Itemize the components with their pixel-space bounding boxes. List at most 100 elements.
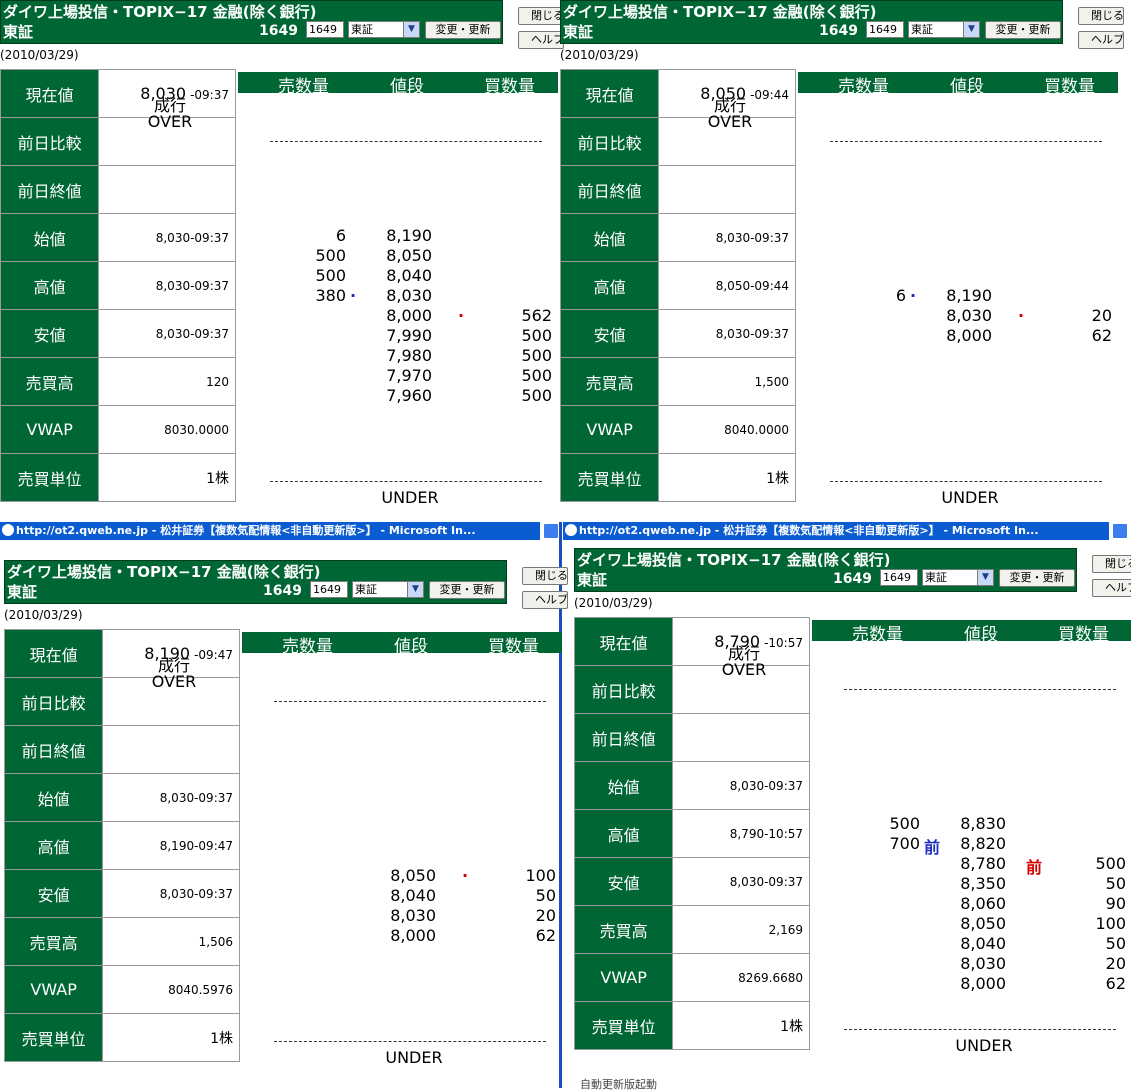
sell-quantity: 500 — [315, 266, 346, 285]
price-header: 値段 — [950, 77, 984, 97]
exchange-select-value: 東証 — [911, 23, 933, 36]
sell-quantity: 500 — [889, 814, 920, 833]
help-button[interactable]: ヘルプ — [522, 591, 568, 609]
current-price-time: -09:44 — [750, 88, 789, 102]
close-button[interactable]: 閉じる — [1078, 7, 1124, 25]
minimize-button-right[interactable] — [1112, 523, 1128, 539]
table-row: 売買高 1,500 — [559, 357, 796, 406]
table-row: 前日終値 — [573, 713, 810, 762]
chevron-down-icon[interactable]: ▼ — [407, 582, 423, 597]
exchange-select[interactable]: 東証 ▼ — [922, 569, 994, 586]
high-value: 8,790-10:57 — [672, 809, 810, 858]
price-header: 値段 — [390, 77, 424, 97]
quote-info-table: 現在値 8,190 -09:47 前日比較 前日終値 始値 8,030-09:37… — [3, 629, 240, 1062]
change-update-button[interactable]: 変更・更新 — [429, 581, 505, 599]
chevron-down-icon[interactable]: ▼ — [963, 22, 979, 37]
label-vwap: VWAP — [3, 965, 104, 1014]
book-price: 8,050 — [960, 914, 1006, 933]
buy-qty-header: 買数量 — [1044, 77, 1095, 97]
table-row: 安値 8,030-09:37 — [0, 309, 236, 358]
buy-quantity: 50 — [1105, 874, 1126, 893]
trading-unit-value: 1株 — [658, 453, 796, 502]
buy-quantity: 90 — [1105, 894, 1126, 913]
label-high: 高値 — [559, 261, 660, 310]
open-value: 8,030-09:37 — [672, 761, 810, 810]
quote-date: (2010/03/29) — [0, 48, 79, 62]
change-update-button[interactable]: 変更・更新 — [999, 569, 1075, 587]
label-trading-unit: 売買単位 — [559, 453, 660, 502]
table-row: 売買単位 1株 — [3, 1013, 240, 1062]
over-divider — [844, 689, 1116, 690]
table-row: 前日終値 — [3, 725, 240, 774]
open-value: 8,030-09:37 — [98, 213, 236, 262]
under-divider — [274, 1041, 546, 1042]
code-input[interactable]: 1649 — [306, 21, 344, 38]
buy-quantity: 500 — [1095, 854, 1126, 873]
label-volume: 売買高 — [0, 357, 100, 406]
help-button[interactable]: ヘルプ — [518, 31, 564, 49]
browser-title-bar-left: http://ot2.qweb.ne.jp - 松井証券【複数気配情報<非自動更… — [0, 522, 540, 540]
change-update-button[interactable]: 変更・更新 — [985, 21, 1061, 39]
table-row: 売買単位 1株 — [559, 453, 796, 502]
label-change: 前日比較 — [573, 665, 674, 714]
exchange-select[interactable]: 東証 ▼ — [352, 581, 424, 598]
buy-dot-icon: · — [458, 306, 465, 325]
code-input[interactable]: 1649 — [310, 581, 348, 598]
browser-title-text: http://ot2.qweb.ne.jp - 松井証券【複数気配情報<非自動更… — [579, 524, 1039, 537]
label-prev-close: 前日終値 — [573, 713, 674, 762]
trading-unit-value: 1株 — [672, 1001, 810, 1050]
code-input[interactable]: 1649 — [866, 21, 904, 38]
minimize-button-left[interactable] — [543, 523, 559, 539]
label-trading-unit: 売買単位 — [573, 1001, 674, 1050]
under-divider — [844, 1029, 1116, 1030]
label-vwap: VWAP — [0, 405, 100, 454]
table-row: 高値 8,050-09:44 — [559, 261, 796, 310]
change-update-button[interactable]: 変更・更新 — [425, 21, 501, 39]
chevron-down-icon[interactable]: ▼ — [403, 22, 419, 37]
buy-quantity: 62 — [1091, 326, 1112, 345]
exchange-select[interactable]: 東証 ▼ — [348, 21, 420, 38]
vwap-value: 8040.0000 — [658, 405, 796, 454]
table-row: 売買単位 1株 — [573, 1001, 810, 1050]
under-divider — [270, 481, 542, 482]
chevron-down-icon[interactable]: ▼ — [977, 570, 993, 585]
buy-qty-header: 買数量 — [1058, 625, 1109, 645]
exchange-name: 東証 — [3, 23, 34, 41]
close-button[interactable]: 閉じる — [518, 7, 564, 25]
help-button[interactable]: ヘルプ — [1078, 31, 1124, 49]
current-price-time: -09:47 — [194, 648, 233, 662]
table-row: 始値 8,030-09:37 — [559, 213, 796, 262]
book-price: 8,050 — [386, 246, 432, 265]
label-open: 始値 — [559, 213, 660, 262]
sell-qty-header: 売数量 — [278, 77, 329, 97]
buy-mae-mark: 前 — [1026, 858, 1043, 877]
help-button[interactable]: ヘルプ — [1092, 579, 1131, 597]
close-button[interactable]: 閉じる — [522, 567, 568, 585]
label-low: 安値 — [559, 309, 660, 358]
buy-dot-icon: · — [1018, 306, 1025, 325]
quote-date: (2010/03/29) — [574, 596, 653, 610]
code-input[interactable]: 1649 — [880, 569, 918, 586]
under-label: UNDER — [941, 488, 999, 507]
exchange-select[interactable]: 東証 ▼ — [908, 21, 980, 38]
quote-info-table: 現在値 8,790 -10:57 前日比較 前日終値 始値 8,030-09:37… — [573, 617, 810, 1050]
fund-title: ダイワ上場投信・TOPIX−17 金融(除く銀行) — [7, 563, 321, 581]
trading-unit-value: 1株 — [98, 453, 236, 502]
sell-quantity: 6 — [895, 286, 906, 305]
label-open: 始値 — [573, 761, 674, 810]
prev-close-value — [672, 713, 810, 762]
book-price: 8,030 — [960, 954, 1006, 973]
buy-quantity: 100 — [1095, 914, 1126, 933]
close-button[interactable]: 閉じる — [1092, 555, 1131, 573]
trading-unit-value: 1株 — [102, 1013, 240, 1062]
table-row: VWAP 8030.0000 — [0, 405, 236, 454]
over-divider — [830, 141, 1102, 142]
over-label: OVER — [721, 660, 767, 679]
label-change: 前日比較 — [0, 117, 100, 166]
table-row: 前日比較 — [0, 117, 236, 166]
label-open: 始値 — [0, 213, 100, 262]
label-current-price: 現在値 — [559, 69, 660, 118]
table-row: VWAP 8269.6680 — [573, 953, 810, 1002]
open-value: 8,030-09:37 — [658, 213, 796, 262]
sell-quantity: 380 — [315, 286, 346, 305]
